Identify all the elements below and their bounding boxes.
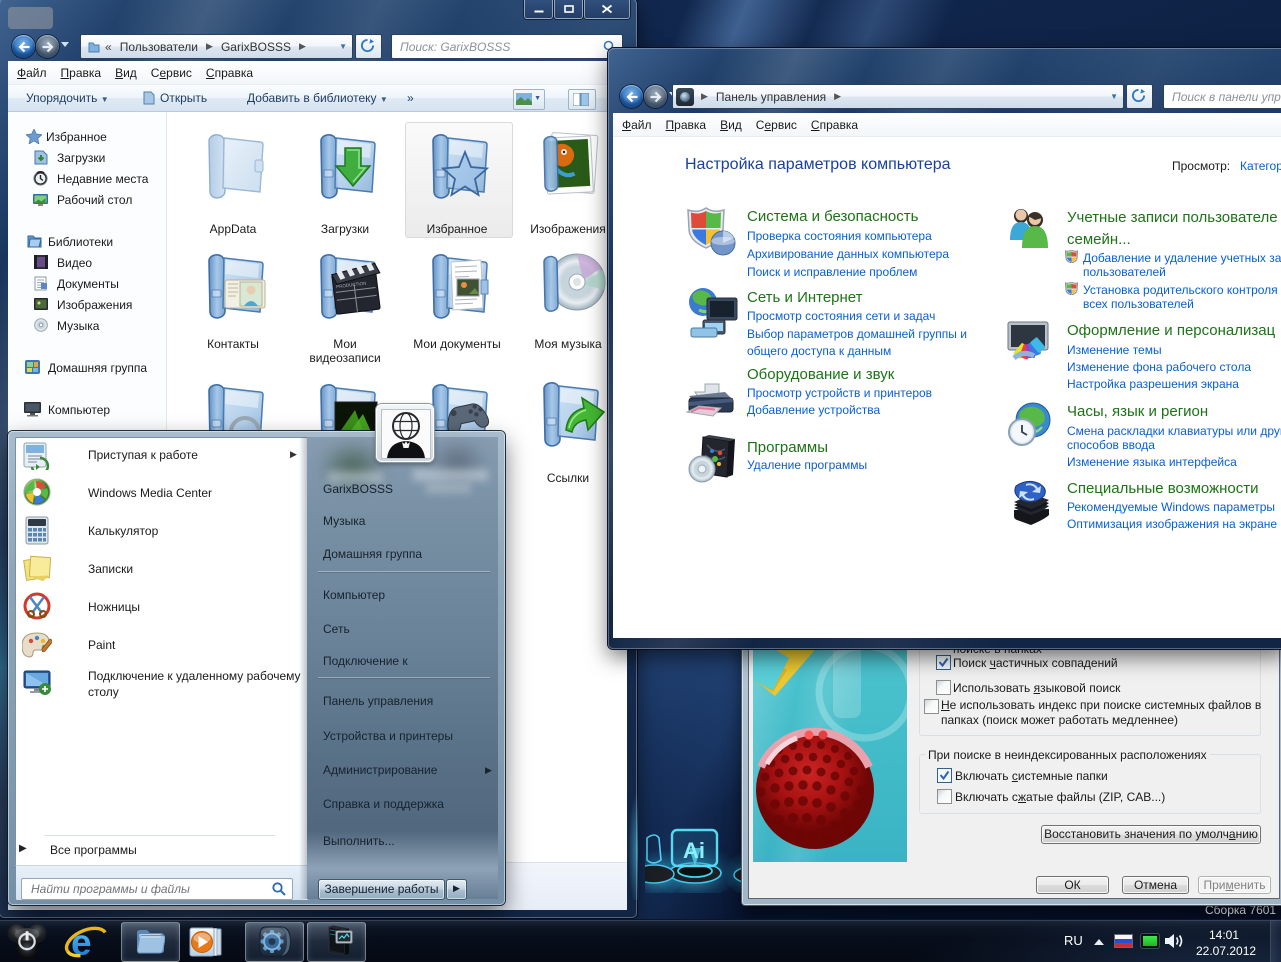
svg-text:Ai: Ai — [683, 838, 705, 863]
